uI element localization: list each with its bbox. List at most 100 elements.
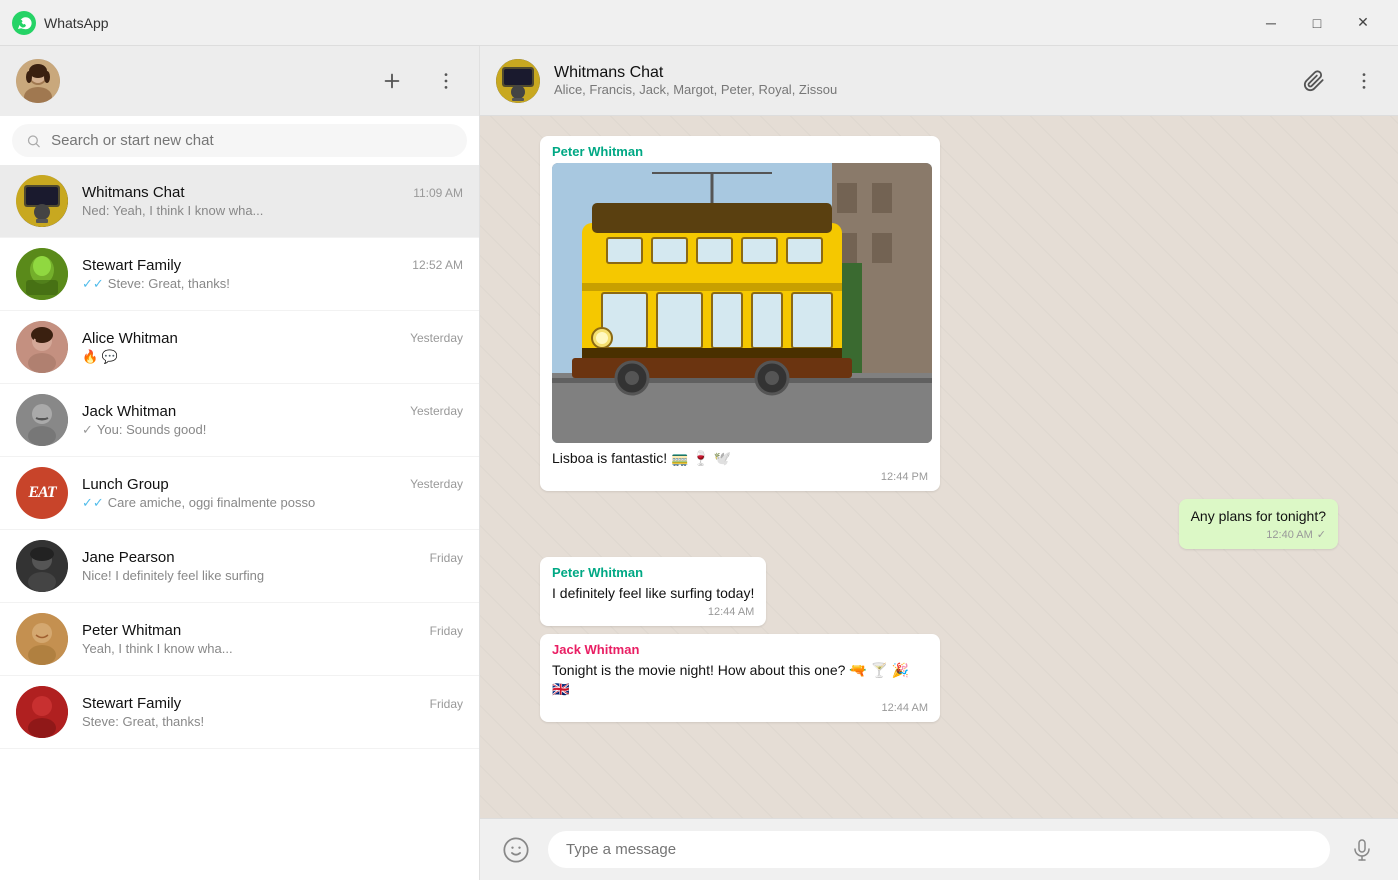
- menu-icon: [435, 70, 457, 92]
- chat-item-peter[interactable]: Peter Whitman Friday Yeah, I think I kno…: [0, 603, 479, 676]
- maximize-button[interactable]: □: [1294, 8, 1340, 38]
- chat-name: Jack Whitman: [82, 403, 176, 420]
- chat-header-row: Alice Whitman Yesterday: [82, 330, 463, 347]
- check-icon-2: ✓: [1317, 528, 1326, 541]
- search-bar: [0, 116, 479, 165]
- chat-item-whitmans[interactable]: Whitmans Chat 11:09 AM Ned: Yeah, I thin…: [0, 165, 479, 238]
- check-icon: ✓✓: [82, 495, 104, 511]
- chat-header: Whitmans Chat Alice, Francis, Jack, Marg…: [480, 46, 1398, 116]
- chat-header-row: Peter Whitman Friday: [82, 622, 463, 639]
- chat-content-alice: Alice Whitman Yesterday 🔥 💬: [82, 330, 463, 365]
- chat-header-info: Whitmans Chat Alice, Francis, Jack, Marg…: [554, 64, 1282, 97]
- avatar-stewart2-svg: [16, 686, 68, 738]
- sidebar-actions: [375, 64, 463, 98]
- fire-emoji: 🔥 💬: [82, 349, 118, 365]
- chat-header-row: Stewart Family 12:52 AM: [82, 257, 463, 274]
- chat-header-actions: [1296, 63, 1382, 99]
- message-footer-3: 12:44 AM: [552, 606, 754, 618]
- chat-header-row: Lunch Group Yesterday: [82, 476, 463, 493]
- chat-header-members: Alice, Francis, Jack, Margot, Peter, Roy…: [554, 82, 1282, 97]
- tram-image-svg: [552, 163, 932, 443]
- search-icon: [26, 133, 41, 149]
- chat-preview: ✓ You: Sounds good!: [82, 422, 463, 438]
- chat-name: Stewart Family: [82, 257, 181, 274]
- avatar-lunch: EAT: [16, 467, 68, 519]
- avatar-stewart2: [16, 686, 68, 738]
- chat-item-stewart2[interactable]: Stewart Family Friday Steve: Great, than…: [0, 676, 479, 749]
- chat-preview: ✓✓ Care amiche, oggi finalmente posso: [82, 495, 463, 511]
- sender-name-peter: Peter Whitman: [552, 144, 928, 159]
- chat-item-stewart[interactable]: Stewart Family 12:52 AM ✓✓ Steve: Great,…: [0, 238, 479, 311]
- minimize-button[interactable]: ─: [1248, 8, 1294, 38]
- message-time-3: 12:44 AM: [708, 606, 754, 618]
- message-bubble-2: Any plans for tonight? 12:40 AM ✓: [1179, 499, 1338, 550]
- chat-time: Friday: [430, 624, 463, 638]
- message-text-2: Any plans for tonight?: [1191, 507, 1326, 527]
- sender-name-jack-4: Jack Whitman: [552, 642, 928, 657]
- avatar-svg: [16, 59, 60, 103]
- chat-name: Alice Whitman: [82, 330, 178, 347]
- chat-time: 12:52 AM: [412, 258, 463, 272]
- chat-header-row: Jack Whitman Yesterday: [82, 403, 463, 420]
- tram-image-container: [552, 163, 932, 443]
- emoji-icon: [502, 836, 530, 864]
- chat-name: Whitmans Chat: [82, 184, 185, 201]
- my-avatar[interactable]: [16, 59, 60, 103]
- chat-window: Whitmans Chat Alice, Francis, Jack, Marg…: [480, 46, 1398, 880]
- check-icon: ✓: [82, 422, 93, 438]
- chat-name: Lunch Group: [82, 476, 169, 493]
- chat-content-peter: Peter Whitman Friday Yeah, I think I kno…: [82, 622, 463, 656]
- chat-time: Friday: [430, 551, 463, 565]
- chat-header-name: Whitmans Chat: [554, 64, 1282, 82]
- message-footer-2: 12:40 AM ✓: [1191, 528, 1326, 541]
- chat-list: Whitmans Chat 11:09 AM Ned: Yeah, I thin…: [0, 165, 479, 880]
- avatar-alice-svg: [16, 321, 68, 373]
- emoji-button[interactable]: [496, 830, 536, 870]
- chat-name: Stewart Family: [82, 695, 181, 712]
- chat-header-row: Jane Pearson Friday: [82, 549, 463, 566]
- new-chat-button[interactable]: [375, 64, 409, 98]
- sidebar: Whitmans Chat 11:09 AM Ned: Yeah, I thin…: [0, 46, 480, 880]
- attachment-button[interactable]: [1296, 63, 1332, 99]
- chat-name: Jane Pearson: [82, 549, 175, 566]
- avatar-stewart-svg: [16, 248, 68, 300]
- chat-content-jane: Jane Pearson Friday Nice! I definitely f…: [82, 549, 463, 583]
- chat-preview: Yeah, I think I know wha...: [82, 641, 463, 656]
- search-wrapper: [12, 124, 467, 157]
- chat-time: Yesterday: [410, 477, 463, 491]
- chat-preview: Ned: Yeah, I think I know wha...: [82, 203, 463, 218]
- mic-button[interactable]: [1342, 830, 1382, 870]
- chat-name: Peter Whitman: [82, 622, 181, 639]
- chat-item-jane[interactable]: Jane Pearson Friday Nice! I definitely f…: [0, 530, 479, 603]
- window-controls: ─ □ ✕: [1248, 8, 1386, 38]
- messages-area: Peter Whitman: [480, 116, 1398, 818]
- chat-item-jack[interactable]: Jack Whitman Yesterday ✓ You: Sounds goo…: [0, 384, 479, 457]
- menu-button[interactable]: [429, 64, 463, 98]
- search-input[interactable]: [51, 132, 453, 149]
- chat-item-alice[interactable]: Alice Whitman Yesterday 🔥 💬: [0, 311, 479, 384]
- sidebar-header: [0, 46, 479, 116]
- chat-time: Yesterday: [410, 331, 463, 345]
- chat-preview: 🔥 💬: [82, 349, 463, 365]
- sender-name-peter-3: Peter Whitman: [552, 565, 754, 580]
- new-chat-icon: [381, 70, 403, 92]
- message-input-area: [480, 818, 1398, 880]
- whatsapp-logo-icon: [12, 11, 36, 35]
- avatar-alice: [16, 321, 68, 373]
- message-time-4: 12:44 AM: [882, 702, 928, 714]
- avatar-peter-svg: [16, 613, 68, 665]
- avatar-jane: [16, 540, 68, 592]
- chat-item-lunch[interactable]: EAT Lunch Group Yesterday ✓✓ Care amiche…: [0, 457, 479, 530]
- message-input[interactable]: [548, 831, 1330, 868]
- app-title: WhatsApp: [44, 15, 109, 31]
- chat-preview: Steve: Great, thanks!: [82, 714, 463, 729]
- chat-header-avatar[interactable]: [496, 59, 540, 103]
- chat-menu-button[interactable]: [1346, 63, 1382, 99]
- message-footer-1: 12:44 PM: [552, 471, 928, 483]
- avatar-whitmans-svg: [16, 175, 68, 227]
- chat-content-whitmans: Whitmans Chat 11:09 AM Ned: Yeah, I thin…: [82, 184, 463, 218]
- close-button[interactable]: ✕: [1340, 8, 1386, 38]
- avatar-whitmans: [16, 175, 68, 227]
- message-time-1: 12:44 PM: [881, 471, 928, 483]
- message-bubble-3: Peter Whitman I definitely feel like sur…: [540, 557, 766, 626]
